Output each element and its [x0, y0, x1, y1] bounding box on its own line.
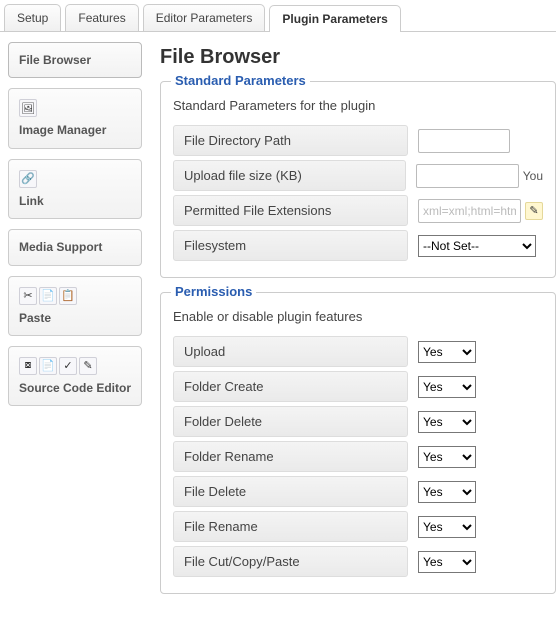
- sidebar-item-label: Source Code Editor: [19, 381, 131, 395]
- sidebar-item-source-code-editor[interactable]: ⧇📄✓✎ Source Code Editor: [8, 346, 142, 406]
- perm-file-rename-label: File Rename: [173, 511, 408, 542]
- standard-parameters-fieldset: Standard Parameters Standard Parameters …: [160, 81, 556, 278]
- paste-menu-icon: 📋: [59, 287, 77, 305]
- tab-features[interactable]: Features: [65, 4, 138, 31]
- copy-icon: 📄: [39, 287, 57, 305]
- main-panel: File Browser Standard Parameters Standar…: [150, 32, 556, 618]
- permissions-fieldset: Permissions Enable or disable plugin fea…: [160, 292, 556, 594]
- sidebar-item-label: Link: [19, 194, 131, 208]
- perm-upload-label: Upload: [173, 336, 408, 367]
- perm-file-cut-copy-paste-select[interactable]: YesNo: [418, 551, 476, 573]
- sidebar: File Browser 🖼 Image Manager 🔗 Link Media Sup…: [0, 32, 150, 618]
- perm-file-cut-copy-paste-label: File Cut/Copy/Paste: [173, 546, 408, 577]
- sidebar-item-label: Paste: [19, 311, 131, 325]
- permitted-file-extensions-label: Permitted File Extensions: [173, 195, 408, 226]
- edit-extensions-button[interactable]: ✎: [525, 202, 543, 220]
- sidebar-item-paste[interactable]: ✂📄📋 Paste: [8, 276, 142, 336]
- doc-check-icon: ✓: [59, 357, 77, 375]
- sidebar-item-label: Image Manager: [19, 123, 131, 137]
- doc-lines-icon: 📄: [39, 357, 57, 375]
- file-directory-path-input[interactable]: [418, 129, 510, 153]
- tab-plugin-parameters[interactable]: Plugin Parameters: [269, 5, 400, 32]
- filesystem-select[interactable]: --Not Set--: [418, 235, 536, 257]
- sidebar-item-label: Media Support: [19, 240, 131, 254]
- sidebar-item-label: File Browser: [19, 53, 131, 67]
- upload-file-size-after: You: [523, 169, 543, 183]
- standard-legend: Standard Parameters: [171, 73, 310, 88]
- upload-file-size-input[interactable]: [416, 164, 519, 188]
- code-icon: ⧇: [19, 357, 37, 375]
- permissions-desc: Enable or disable plugin features: [173, 309, 543, 324]
- perm-folder-create-label: Folder Create: [173, 371, 408, 402]
- file-directory-path-label: File Directory Path: [173, 125, 408, 156]
- page-title: File Browser: [160, 46, 556, 69]
- perm-folder-rename-label: Folder Rename: [173, 441, 408, 472]
- perm-file-rename-select[interactable]: YesNo: [418, 516, 476, 538]
- upload-file-size-label: Upload file size (KB): [173, 160, 406, 191]
- perm-folder-delete-label: Folder Delete: [173, 406, 408, 437]
- perm-folder-create-select[interactable]: YesNo: [418, 376, 476, 398]
- permitted-file-extensions-input[interactable]: [418, 199, 521, 223]
- perm-file-delete-select[interactable]: YesNo: [418, 481, 476, 503]
- link-icon: 🔗: [19, 170, 37, 188]
- tabs: SetupFeaturesEditor ParametersPlugin Par…: [0, 0, 556, 32]
- permissions-legend: Permissions: [171, 284, 256, 299]
- standard-desc: Standard Parameters for the plugin: [173, 98, 543, 113]
- image-icon: 🖼: [19, 99, 37, 117]
- sidebar-item-file-browser[interactable]: File Browser: [8, 42, 142, 78]
- perm-upload-select[interactable]: YesNo: [418, 341, 476, 363]
- sidebar-item-link[interactable]: 🔗 Link: [8, 159, 142, 219]
- tab-editor-parameters[interactable]: Editor Parameters: [143, 4, 266, 31]
- doc-edit-icon: ✎: [79, 357, 97, 375]
- perm-folder-delete-select[interactable]: YesNo: [418, 411, 476, 433]
- perm-folder-rename-select[interactable]: YesNo: [418, 446, 476, 468]
- perm-file-delete-label: File Delete: [173, 476, 408, 507]
- filesystem-label: Filesystem: [173, 230, 408, 261]
- sidebar-item-media-support[interactable]: Media Support: [8, 229, 142, 265]
- cut-icon: ✂: [19, 287, 37, 305]
- sidebar-item-image-manager[interactable]: 🖼 Image Manager: [8, 88, 142, 148]
- tab-setup[interactable]: Setup: [4, 4, 61, 31]
